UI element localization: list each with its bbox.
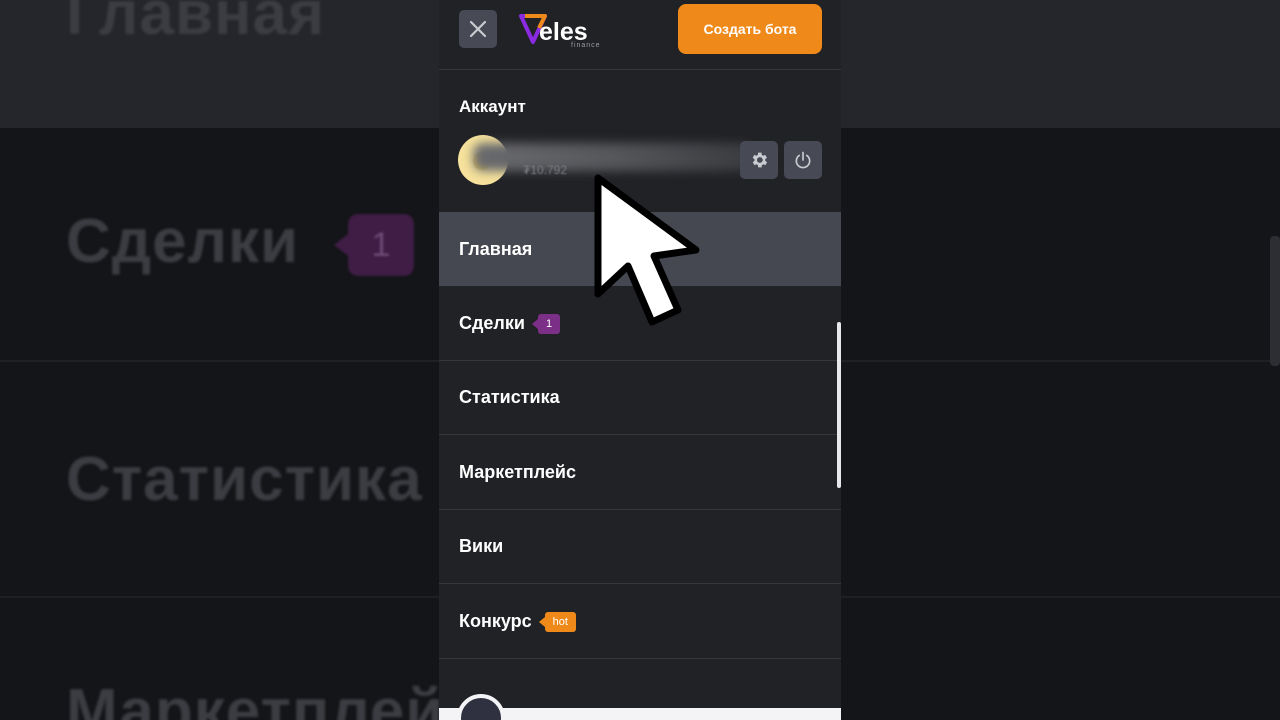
nav-label: Статистика (459, 387, 560, 407)
logo-subtitle: finance (571, 42, 601, 49)
account-heading: Аккаунт (459, 97, 526, 116)
bg-item-marketplace: Маркетплейс (66, 677, 480, 720)
gear-icon (752, 152, 768, 168)
mouse-cursor-icon (594, 174, 700, 326)
nav-label: Сделки (459, 313, 525, 333)
power-icon (795, 151, 811, 169)
nav-item-contest[interactable]: Конкурс hot (439, 585, 841, 659)
account-balance: ₮10.792 (523, 163, 568, 177)
nav-label: Маркетплейс (459, 462, 576, 482)
menu-topbar: eles finance Создать бота (439, 0, 841, 70)
settings-button[interactable] (740, 141, 778, 179)
bg-scroll-edge (1270, 236, 1280, 366)
logout-button[interactable] (784, 141, 822, 179)
nav-label: Вики (459, 536, 504, 556)
nav-label: Главная (459, 238, 533, 259)
close-button[interactable] (459, 10, 497, 48)
hot-badge: hot (538, 611, 576, 632)
mobile-menu-panel: eles finance Создать бота Аккаунт ₮10.79… (439, 0, 841, 720)
close-icon (469, 20, 487, 38)
bg-item-stats: Статистика (66, 445, 423, 514)
bottom-avatar[interactable] (457, 694, 505, 720)
redacted-username (473, 143, 751, 171)
deals-count-badge: 1 (531, 313, 561, 334)
create-bot-button[interactable]: Создать бота (678, 4, 822, 54)
scrollbar[interactable] (837, 322, 841, 488)
bg-deals-badge: 1 (334, 214, 414, 276)
bg-item-deals: Сделки (66, 207, 300, 276)
nav-label: Конкурс (459, 611, 532, 631)
nav-item-marketplace[interactable]: Маркетплейс (439, 436, 841, 510)
nav-item-statistics[interactable]: Статистика (439, 361, 841, 435)
nav-item-wiki[interactable]: Вики (439, 510, 841, 584)
bg-item-home: Главная (66, 0, 326, 48)
veles-logo[interactable]: eles finance (519, 8, 609, 52)
